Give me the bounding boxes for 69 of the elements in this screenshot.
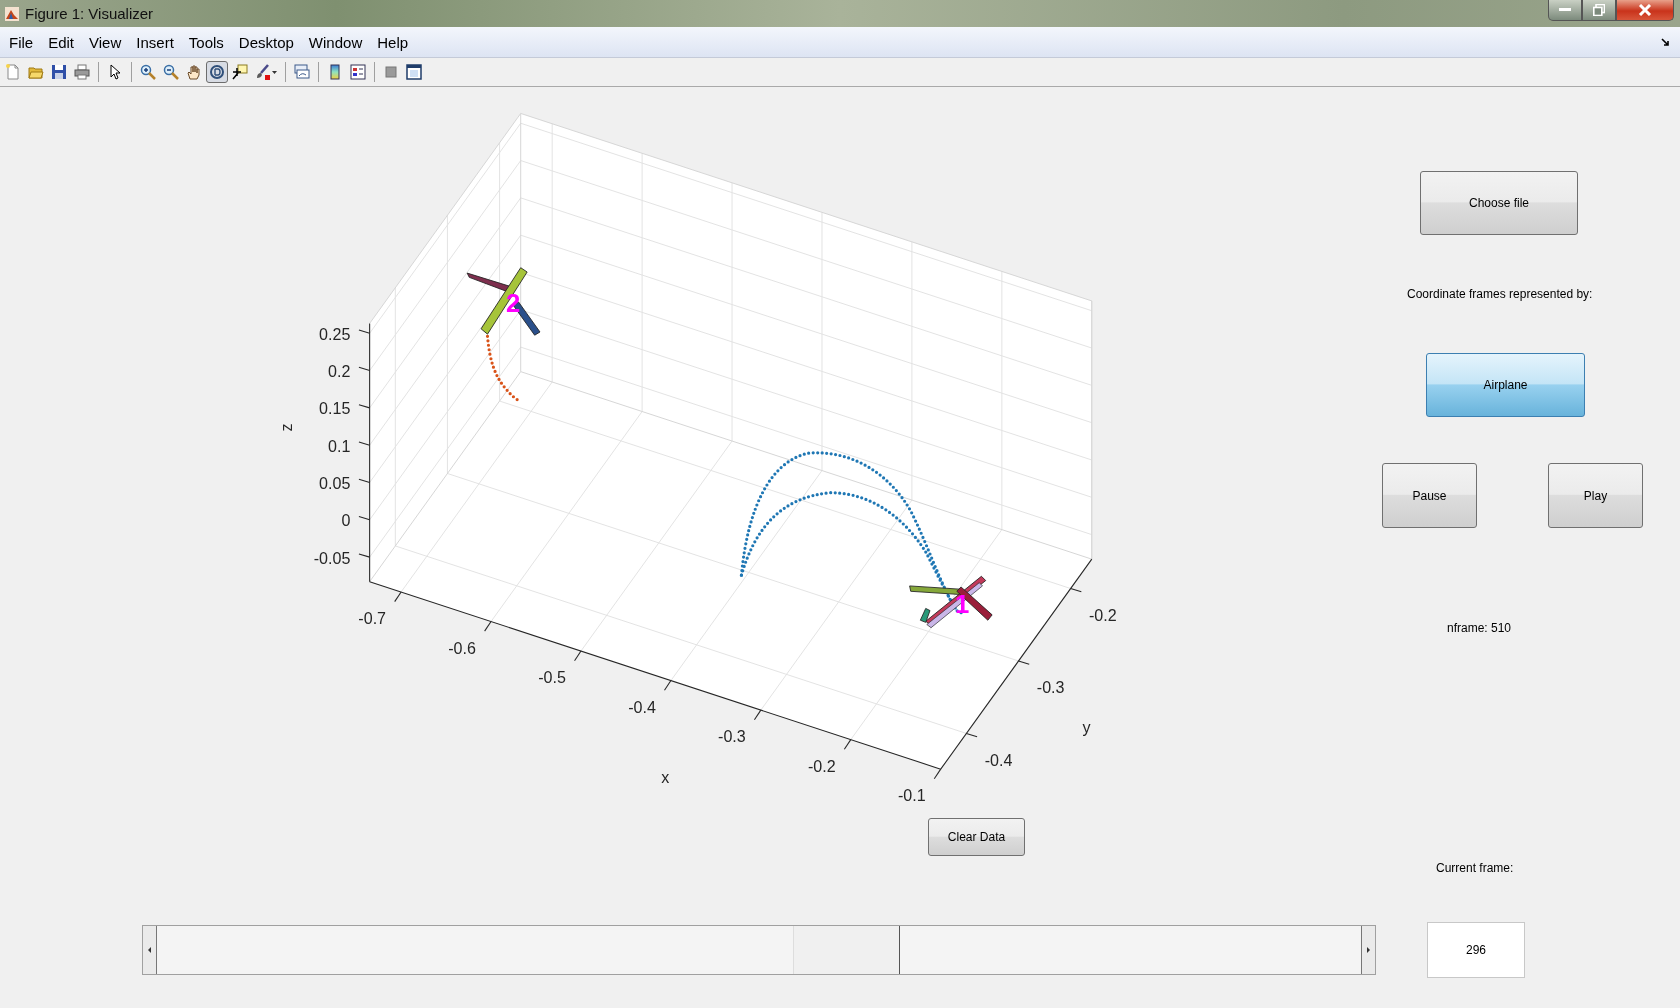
axis-tick-label: -0.1 (897, 786, 926, 805)
axis-tick-label: -0.3 (1036, 678, 1065, 697)
axis-tick-label: -0.4 (628, 697, 656, 716)
legend-icon (350, 64, 366, 80)
folder-icon (28, 64, 44, 80)
axis-tick-label: -0.6 (448, 638, 476, 657)
pause-button[interactable]: Pause (1382, 463, 1477, 528)
axis-tick-label: -0.2 (808, 756, 836, 775)
app-icon (5, 6, 19, 21)
axis-tick-label: -0.05 (313, 548, 351, 567)
data-cursor-icon (232, 64, 248, 80)
airplane-toggle-button[interactable]: Airplane (1426, 353, 1585, 417)
menu-item[interactable]: Window (301, 33, 371, 51)
frame-slider[interactable] (142, 925, 1376, 975)
menu-item[interactable]: View (82, 33, 130, 51)
axis-tick-label: -0.5 (538, 668, 566, 687)
axis-tick-label: 0.25 (319, 324, 351, 343)
document-icon (5, 64, 21, 80)
brush-icon (255, 64, 271, 80)
axis-tick-label: -0.3 (718, 727, 746, 746)
close-button[interactable] (1616, 0, 1674, 21)
slider-thumb[interactable] (793, 926, 901, 974)
right-arrow-icon (1367, 947, 1370, 953)
hand-icon (186, 64, 202, 80)
square-icon (383, 64, 399, 80)
linked-plot-icon (294, 64, 310, 80)
menu-item[interactable]: Desktop (231, 33, 302, 51)
restore-icon (1593, 4, 1605, 16)
axis-tick-label: 0 (341, 511, 351, 530)
choose-file-button[interactable]: Choose file (1420, 171, 1578, 235)
rotate-icon (209, 64, 225, 80)
zoom-out-icon (163, 64, 179, 80)
axis-tick-label: 0.15 (319, 399, 351, 418)
axis-tick-label: -0.2 (1088, 605, 1117, 624)
dock-arrow-icon[interactable] (1661, 37, 1670, 47)
play-button[interactable]: Play (1548, 463, 1643, 528)
toolbar-button[interactable] (206, 61, 228, 83)
toolbar-button[interactable] (403, 61, 425, 83)
axis-label: x (661, 768, 670, 787)
caret-icon (272, 70, 277, 74)
restore-button[interactable] (1582, 0, 1616, 21)
menu-item[interactable]: Help (370, 33, 417, 51)
axis-tick-label: -0.7 (358, 609, 387, 628)
printer-icon (74, 64, 90, 80)
axis-label: y (1082, 717, 1091, 736)
colorbar-icon (327, 64, 343, 80)
left-arrow-icon (148, 947, 151, 953)
pointer-icon (107, 64, 123, 80)
close-icon (1638, 4, 1652, 16)
axis-tick-label: 0.2 (328, 362, 351, 380)
axis-tick-label: -0.4 (984, 750, 1013, 769)
minimize-button[interactable] (1548, 0, 1582, 21)
menu-item[interactable]: Insert (129, 33, 182, 51)
frames-label: Coordinate frames represented by: (1407, 287, 1593, 301)
frame-count-label: nframe: 510 (1447, 621, 1512, 635)
menu-item[interactable]: File (2, 33, 42, 51)
clear-data-button[interactable]: Clear Data (928, 818, 1025, 856)
menu-item[interactable]: Edit (41, 33, 83, 51)
minimize-icon (1559, 8, 1571, 12)
current-frame-label: Current frame: (1436, 861, 1514, 875)
toolbar-button[interactable] (347, 61, 369, 83)
axis-tick-label: 0.05 (319, 473, 351, 492)
current-frame-field[interactable]: 296 (1427, 922, 1525, 978)
zoom-in-icon (140, 64, 156, 80)
window-icon (406, 64, 422, 80)
window-title: Figure 1: Visualizer (25, 5, 154, 22)
axis-label: z (277, 423, 296, 432)
menu-item[interactable]: Tools (181, 33, 232, 51)
axis-tick-label: 0.1 (328, 436, 351, 455)
